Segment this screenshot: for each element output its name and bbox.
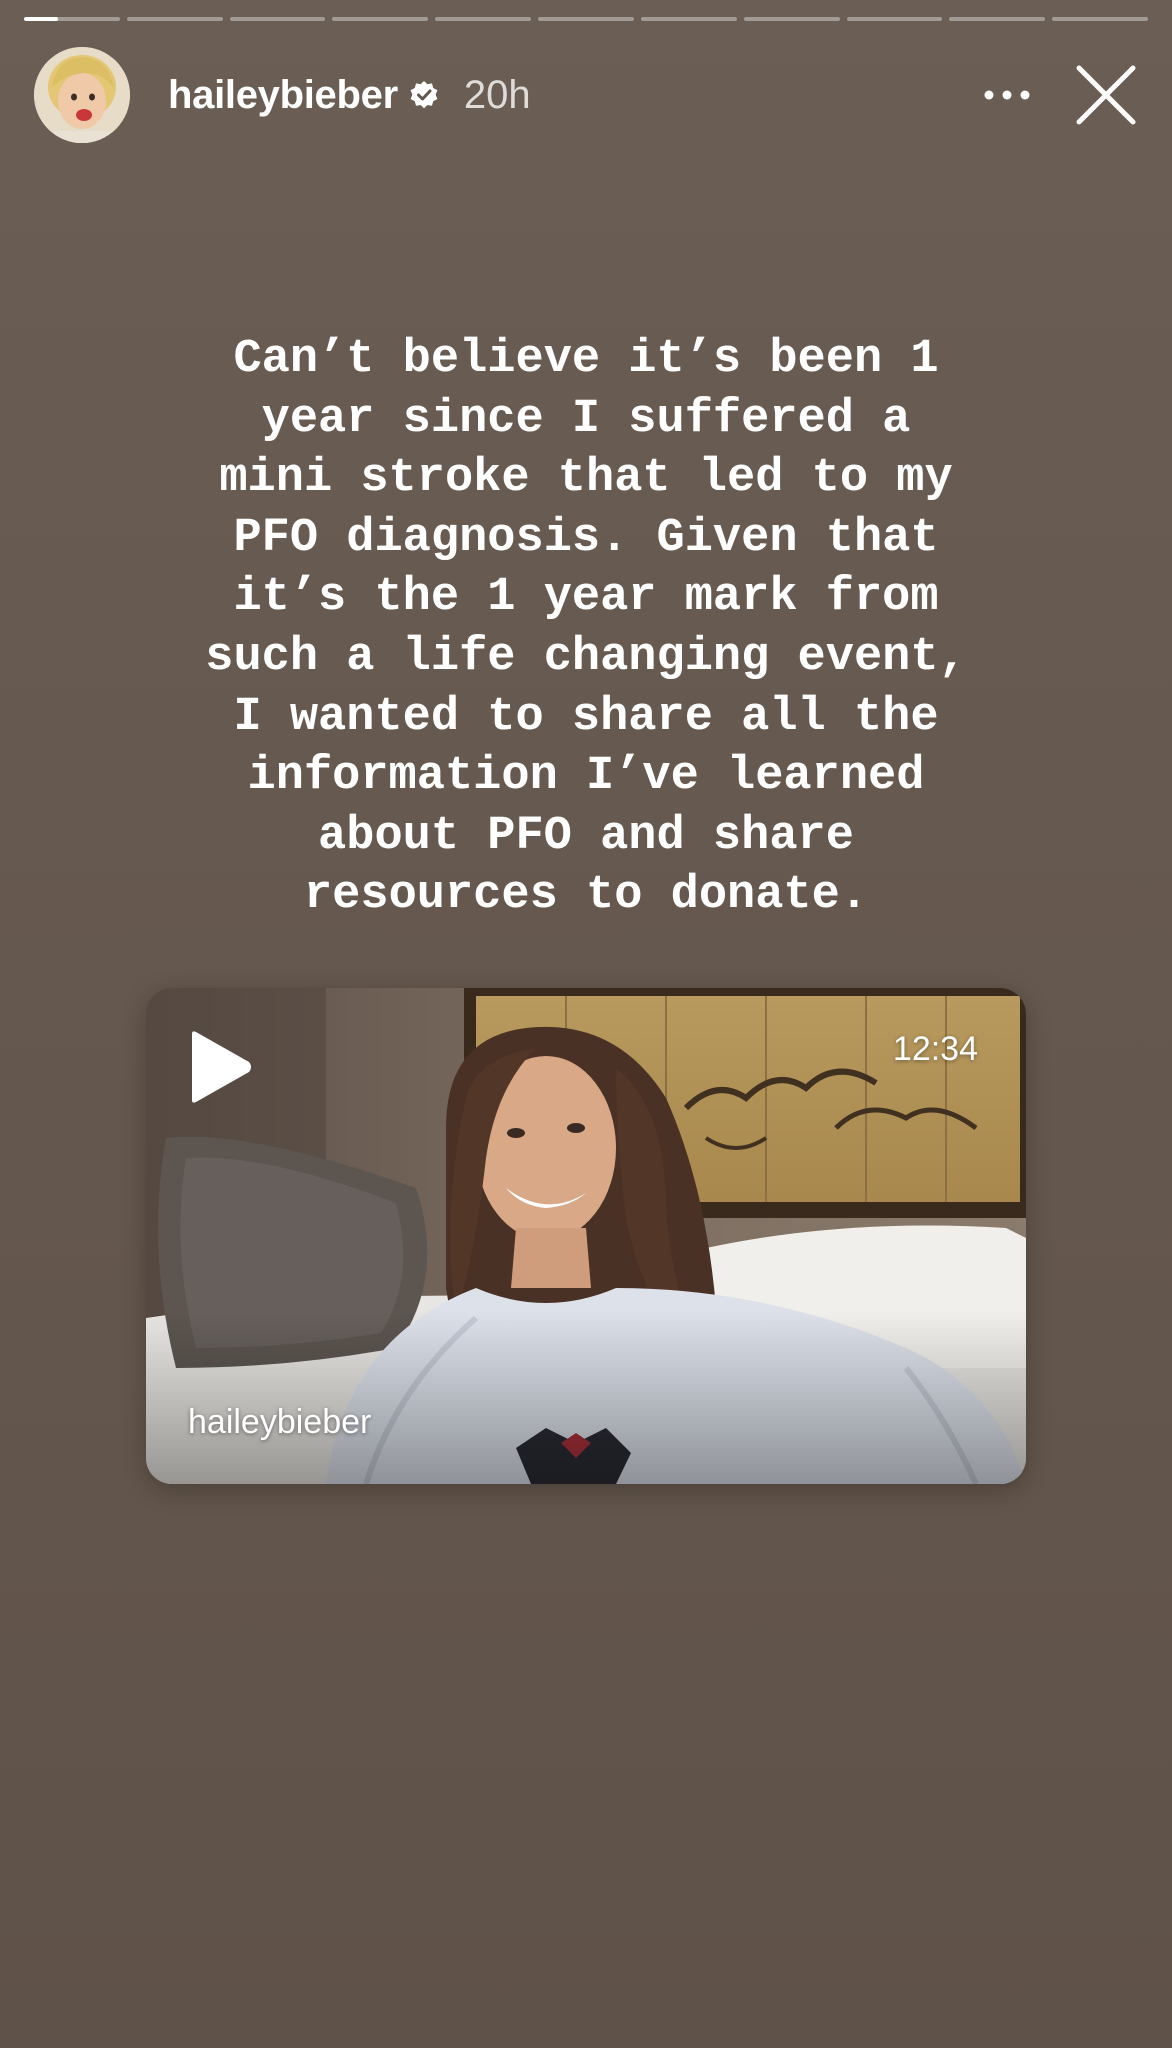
progress-segment-fill: [24, 17, 58, 21]
story-caption-text: Can’t believe it’s been 1 year since I s…: [205, 333, 967, 923]
progress-segment: [743, 17, 840, 21]
profile-avatar[interactable]: [34, 47, 130, 143]
progress-segment: [126, 17, 223, 21]
play-icon[interactable]: [186, 1030, 254, 1104]
username[interactable]: haileybieber: [168, 73, 398, 118]
progress-segment: [24, 17, 120, 21]
progress-segment: [229, 17, 326, 21]
progress-segment: [846, 17, 943, 21]
post-timestamp: 20h: [463, 72, 531, 117]
video-duration: 12:34: [892, 1030, 978, 1068]
progress-segment: [949, 17, 1046, 21]
verified-badge-icon: [408, 79, 440, 111]
video-author: haileybieber: [188, 1403, 372, 1441]
close-button[interactable]: [1066, 55, 1146, 135]
progress-segment: [640, 17, 737, 21]
story-progress-bar: [24, 17, 1148, 21]
progress-segment: [538, 17, 634, 21]
progress-segment: [1052, 17, 1148, 21]
more-horizontal-icon: [984, 90, 1030, 100]
progress-segment: [332, 17, 429, 21]
shared-video-card[interactable]: 12:34 haileybieber: [146, 988, 1026, 1484]
close-icon: [1076, 65, 1136, 125]
story-header: haileybieber 20h: [34, 46, 1146, 144]
more-options-button[interactable]: [972, 65, 1042, 125]
progress-segment: [435, 17, 532, 21]
story-viewer[interactable]: haileybieber 20h Can’t believe it’s been…: [0, 0, 1172, 2048]
